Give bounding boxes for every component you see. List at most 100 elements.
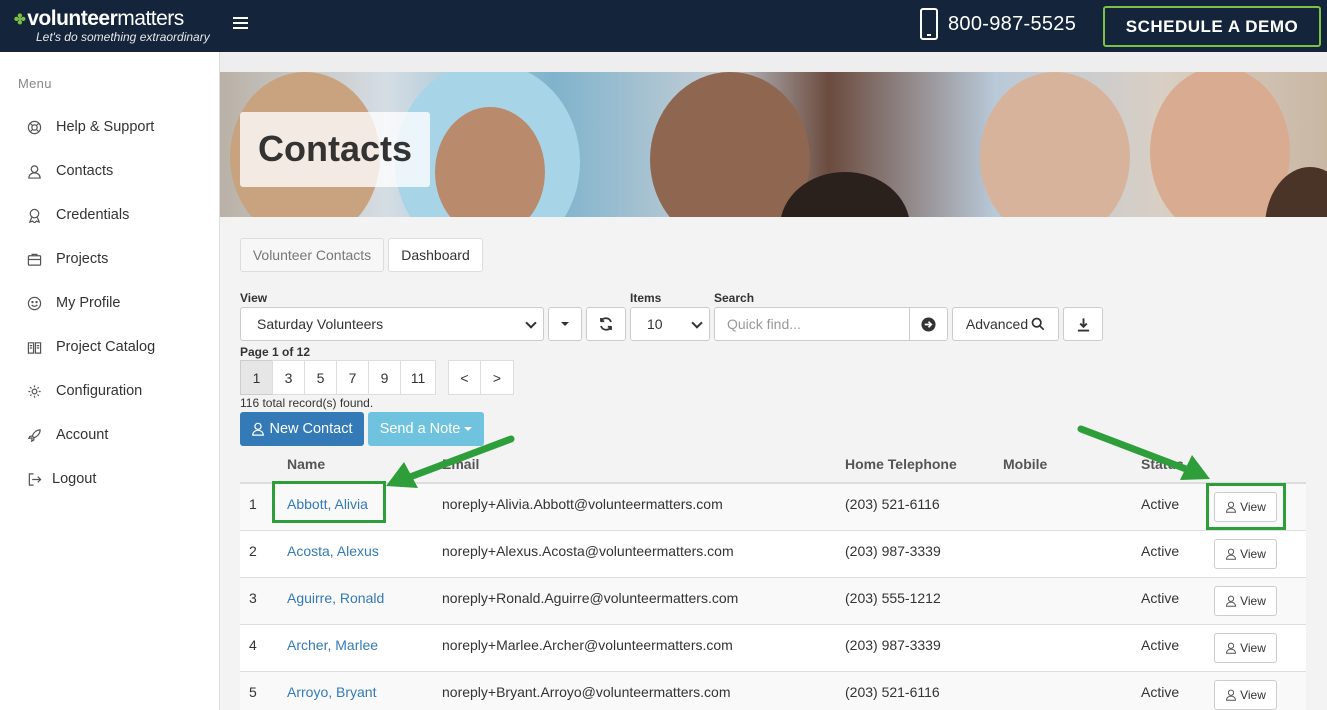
sidebar-item-account[interactable]: Account (26, 424, 108, 446)
page-button[interactable]: 7 (336, 360, 369, 395)
column-header-mobile[interactable]: Mobile (1003, 456, 1047, 472)
banner-person (1150, 72, 1290, 217)
top-navbar: ✤ volunteer matters Let's do something ex… (0, 0, 1327, 52)
chevron-down-icon (691, 317, 703, 329)
contact-name-link[interactable]: Acosta, Alexus (287, 543, 379, 559)
contact-home-telephone: (203) 521-6116 (845, 684, 940, 700)
prev-page-button[interactable]: < (448, 360, 481, 395)
logo-tagline: Let's do something extraordinary (36, 30, 210, 44)
banner-person (980, 72, 1130, 217)
new-contact-button[interactable]: New Contact (240, 412, 364, 446)
row-number: 5 (249, 684, 257, 700)
tab-volunteer-contacts[interactable]: Volunteer Contacts (240, 238, 384, 272)
contact-name-link[interactable]: Archer, Marlee (287, 637, 378, 653)
view-label: View (1240, 594, 1266, 608)
contact-status: Active (1141, 590, 1180, 606)
banner-top-strip (220, 52, 1327, 72)
advanced-label: Advanced (965, 316, 1029, 332)
column-header-home-telephone[interactable]: Home Telephone (845, 456, 957, 472)
sidebar-item-label: My Profile (56, 295, 121, 311)
table-row: 4 Archer, Marlee noreply+Marlee.Archer@v… (240, 625, 1306, 672)
logo-wordmark: ✤ volunteer matters (14, 7, 210, 31)
next-page-button[interactable]: > (480, 360, 514, 395)
column-header-email[interactable]: Email (442, 456, 479, 472)
view-label: View (1240, 547, 1266, 561)
contact-home-telephone: (203) 987-3339 (845, 637, 941, 653)
page-button[interactable]: 3 (272, 360, 305, 395)
view-select[interactable]: Saturday Volunteers (240, 307, 544, 341)
pagination: 1 3 5 7 9 11 (240, 360, 436, 395)
logo[interactable]: ✤ volunteer matters Let's do something ex… (14, 7, 210, 43)
page-button[interactable]: 9 (368, 360, 401, 395)
sidebar-item-project-catalog[interactable]: Project Catalog (26, 336, 155, 358)
items-select-value: 10 (647, 316, 663, 332)
contact-email: noreply+Bryant.Arroyo@volunteermatters.c… (442, 684, 731, 700)
search-go-button[interactable] (909, 307, 948, 341)
items-label: Items (630, 291, 662, 305)
view-contact-button[interactable]: View (1214, 633, 1277, 663)
sidebar-item-label: Account (56, 427, 109, 443)
contact-name-link[interactable]: Arroyo, Bryant (287, 684, 376, 700)
hamburger-menu-icon[interactable] (233, 17, 248, 31)
sidebar-item-logout[interactable]: Logout (26, 468, 96, 490)
contact-email: noreply+Alivia.Abbott@volunteermatters.c… (442, 496, 723, 512)
chevron-down-icon (525, 317, 537, 329)
page-button[interactable]: 5 (304, 360, 337, 395)
user-icon (252, 422, 265, 436)
sidebar-item-label: Project Catalog (56, 339, 156, 355)
page-button[interactable]: 1 (240, 360, 273, 395)
download-button[interactable] (1063, 307, 1103, 341)
refresh-icon (600, 317, 612, 331)
view-select-value: Saturday Volunteers (257, 316, 384, 332)
quick-find-input[interactable]: Quick find... (714, 307, 910, 341)
view-contact-button[interactable]: View (1214, 539, 1277, 569)
menu-title: Menu (18, 76, 52, 91)
user-icon (1226, 689, 1237, 701)
contact-email: noreply+Alexus.Acosta@volunteermatters.c… (442, 543, 734, 559)
column-header-name[interactable]: Name (287, 456, 325, 472)
search-label: Search (714, 291, 755, 305)
logo-light-text: matters (117, 7, 184, 30)
caret-down-icon (561, 322, 569, 326)
phone-contact[interactable]: 800-987-5525 (920, 8, 1076, 40)
table-row: 3 Aguirre, Ronald noreply+Ronald.Aguirre… (240, 578, 1306, 625)
sidebar-item-label: Contacts (56, 163, 114, 179)
sidebar-item-configuration[interactable]: Configuration (26, 380, 142, 402)
items-per-page-select[interactable]: 10 (630, 307, 710, 341)
advanced-search-button[interactable]: Advanced (952, 307, 1059, 341)
sidebar-item-help-support[interactable]: Help & Support (26, 116, 154, 138)
new-contact-label: New Contact (269, 421, 353, 437)
contact-name-link[interactable]: Aguirre, Ronald (287, 590, 384, 606)
view-label: View (240, 291, 268, 305)
view-contact-button[interactable]: View (1214, 680, 1277, 710)
schedule-demo-button[interactable]: SCHEDULE A DEMO (1103, 6, 1321, 47)
logo-bold-text: volunteer (27, 7, 118, 30)
record-count: 116 total record(s) found. (240, 396, 374, 410)
contact-status: Active (1141, 684, 1180, 700)
sidebar-item-label: Help & Support (56, 119, 155, 135)
pagination-prev-next: < > (448, 360, 514, 395)
sidebar-item-contacts[interactable]: Contacts (26, 160, 113, 182)
send-note-button[interactable]: Send a Note (368, 412, 484, 446)
contact-email: noreply+Ronald.Aguirre@volunteermatters.… (442, 590, 739, 606)
page-button[interactable]: 11 (400, 360, 436, 395)
sidebar-item-projects[interactable]: Projects (26, 248, 108, 270)
gear-icon (26, 383, 42, 399)
sidebar-item-my-profile[interactable]: My Profile (26, 292, 120, 314)
sidebar-item-label: Credentials (56, 207, 130, 223)
view-contact-button[interactable]: View (1214, 586, 1277, 616)
rocket-icon (26, 427, 42, 443)
smiley-icon (26, 295, 42, 311)
view-options-dropdown[interactable] (548, 307, 582, 341)
download-icon (1077, 317, 1089, 332)
contacts-icon (26, 163, 42, 179)
highlight-box-name (272, 481, 386, 523)
contact-status: Active (1141, 496, 1180, 512)
tab-dashboard[interactable]: Dashboard (388, 238, 483, 272)
table-row: 5 Arroyo, Bryant noreply+Bryant.Arroyo@v… (240, 672, 1306, 710)
sidebar-item-credentials[interactable]: Credentials (26, 204, 129, 226)
column-header-status[interactable]: Status (1141, 456, 1184, 472)
refresh-button[interactable] (586, 307, 626, 341)
contact-status: Active (1141, 637, 1180, 653)
highlight-box-view (1206, 483, 1286, 530)
